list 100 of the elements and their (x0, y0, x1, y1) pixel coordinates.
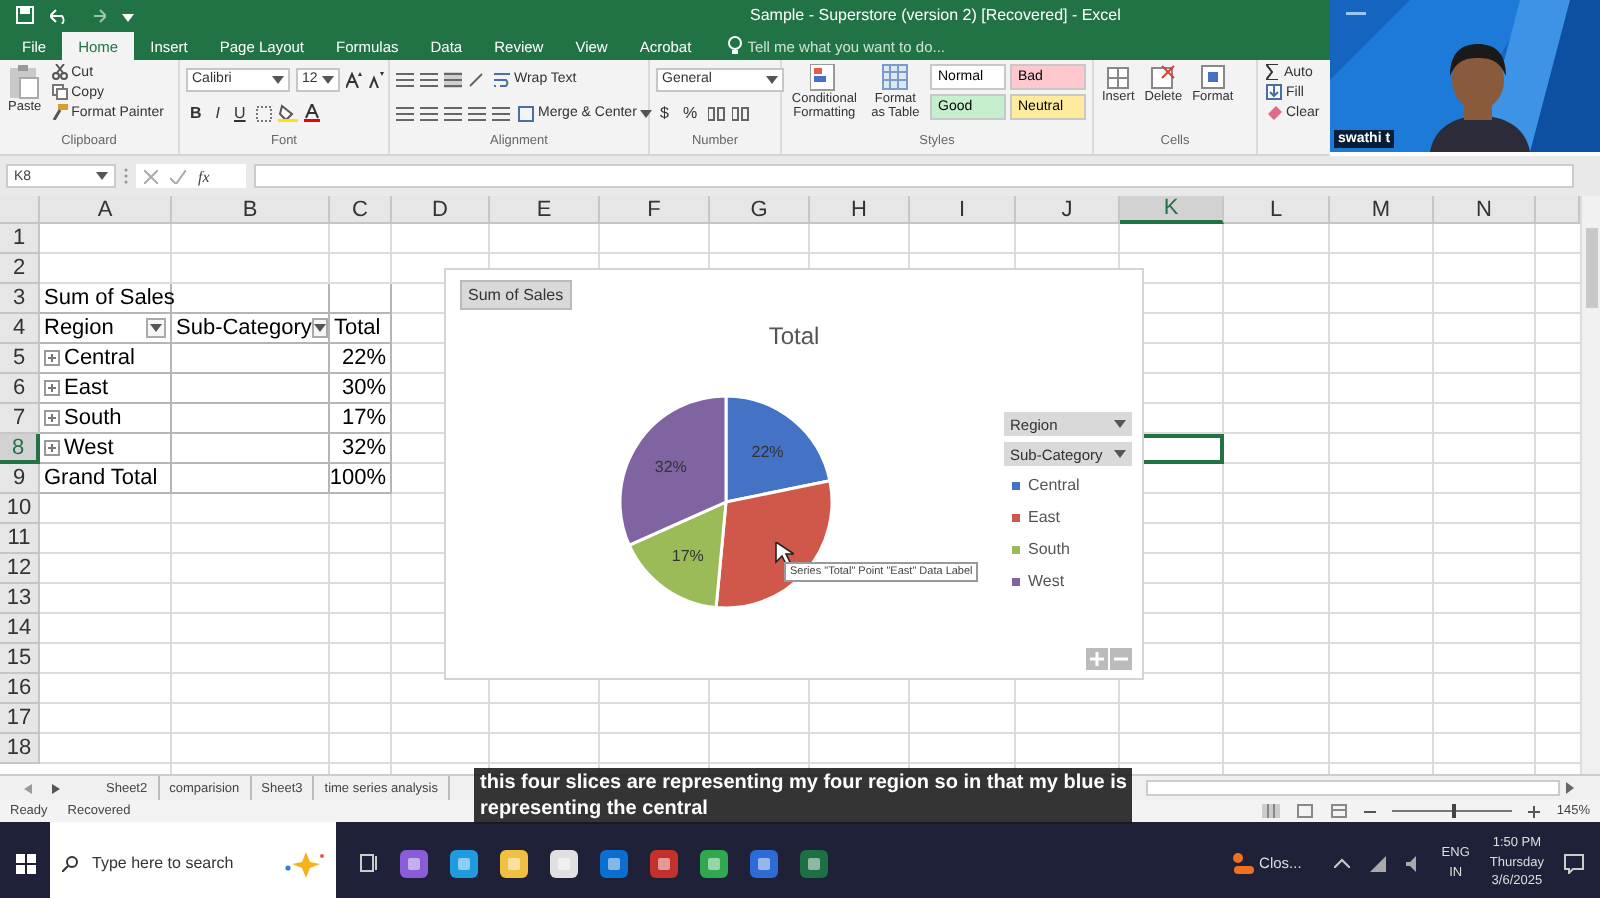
caret-icon (1114, 420, 1126, 428)
mail-app-icon[interactable] (598, 847, 630, 879)
meeting-app-icon[interactable] (748, 847, 780, 879)
fill-color-icon (277, 104, 298, 122)
filter-button[interactable] (146, 318, 166, 338)
copilot-app-icon[interactable] (398, 847, 430, 879)
expand-icon[interactable] (44, 380, 60, 396)
browser-app-icon[interactable] (448, 847, 480, 879)
column-header[interactable]: C (330, 196, 392, 224)
legend-label: West (1028, 572, 1065, 590)
page-layout-icon[interactable] (1296, 804, 1315, 818)
folder-app-icon[interactable] (498, 847, 530, 879)
row-header[interactable]: 11 (0, 524, 40, 554)
number-format-button[interactable]: $ (656, 104, 673, 122)
legend-label: East (1028, 508, 1061, 526)
row-header[interactable]: 12 (0, 554, 40, 584)
filter-button[interactable] (311, 318, 328, 338)
row-header[interactable]: 15 (0, 644, 40, 674)
table-cell: 22% (330, 344, 392, 374)
row-header[interactable]: 4 (0, 314, 40, 344)
save-icon[interactable] (16, 6, 34, 24)
caret-icon (272, 75, 284, 83)
row-label: South (64, 406, 122, 430)
row-label: East (64, 376, 109, 400)
expand-icon[interactable] (44, 440, 60, 456)
caret-icon (150, 324, 162, 332)
column-header[interactable]: J (1016, 196, 1120, 224)
column-header[interactable]: N (1434, 196, 1536, 224)
horizontal-scrollbar[interactable] (1146, 780, 1560, 796)
store-app-icon[interactable] (548, 847, 580, 879)
column-header[interactable]: E (490, 196, 600, 224)
column-header[interactable]: F (600, 196, 710, 224)
next-sheet-icon[interactable] (52, 783, 60, 793)
row-header[interactable]: 5 (0, 344, 40, 374)
table-cell: 32% (330, 434, 392, 464)
row-header[interactable]: 8 (0, 434, 40, 464)
row-header[interactable]: 18 (0, 734, 40, 764)
pie-slice[interactable] (627, 500, 728, 610)
search-field[interactable]: Type here to search (88, 852, 272, 874)
column-header[interactable]: K (1120, 196, 1224, 224)
zoom-out-icon[interactable] (1364, 805, 1377, 817)
column-header[interactable]: M (1330, 196, 1434, 224)
pie-slice[interactable] (618, 394, 728, 547)
column-header[interactable]: L (1224, 196, 1330, 224)
page-break-icon[interactable] (1330, 804, 1349, 818)
row-header[interactable]: 16 (0, 674, 40, 704)
row-header[interactable]: 14 (0, 614, 40, 644)
align-bottom-icon (444, 71, 462, 87)
row-header[interactable]: 3 (0, 284, 40, 314)
undo-icon[interactable] (50, 7, 70, 23)
column-header[interactable]: H (810, 196, 910, 224)
pdf-app-icon[interactable] (648, 847, 680, 879)
column-header[interactable]: A (40, 196, 172, 224)
sparkle-icon (282, 849, 326, 877)
align-center-icon (420, 105, 438, 121)
insert-function-button[interactable]: fx (198, 167, 210, 185)
number-format-button[interactable]: % (678, 104, 702, 122)
format-button[interactable]: U (230, 104, 250, 122)
align-right-icon (444, 105, 462, 121)
network-icon[interactable] (1369, 855, 1386, 871)
column-header[interactable]: I (910, 196, 1016, 224)
format-button[interactable]: I (211, 104, 225, 122)
formula-input[interactable] (254, 164, 1574, 188)
scroll-right-icon[interactable] (1564, 782, 1576, 794)
expand-icon[interactable] (44, 410, 60, 426)
format-button[interactable]: B (186, 104, 206, 122)
browser-app-icon[interactable] (698, 847, 730, 879)
spreadsheet-app-icon[interactable] (798, 847, 830, 879)
caret-icon (322, 75, 334, 83)
zoom-in-icon[interactable] (1528, 805, 1541, 817)
speaker-icon[interactable] (1405, 855, 1422, 871)
vertical-scrollbar[interactable] (1580, 196, 1600, 774)
row-header[interactable]: 13 (0, 584, 40, 614)
wrap-icon (494, 71, 510, 87)
row-header[interactable]: 1 (0, 224, 40, 254)
task-view-icon[interactable] (360, 854, 380, 872)
column-header[interactable]: B (172, 196, 330, 224)
person-alert-icon (1229, 851, 1254, 875)
customize-icon[interactable] (122, 9, 134, 21)
normal-view-icon[interactable] (1262, 804, 1281, 818)
notifications-icon[interactable] (1564, 853, 1584, 873)
lightbulb-icon (727, 36, 742, 56)
caption-line: this four slices are representing my four region so in that my blue is (480, 770, 1127, 796)
row-header[interactable]: 17 (0, 704, 40, 734)
legend-label: Central (1028, 476, 1080, 494)
windows-logo-icon[interactable] (15, 853, 35, 873)
expand-icon[interactable] (44, 350, 60, 366)
increase-decimal-icon (707, 105, 726, 121)
column-header[interactable]: G (710, 196, 810, 224)
fill-down-icon (1266, 84, 1282, 100)
row-header[interactable]: 6 (0, 374, 40, 404)
field-button[interactable]: Sum of Sales (460, 280, 572, 310)
row-header[interactable]: 7 (0, 404, 40, 434)
table-cell: Total (330, 314, 392, 344)
column-header[interactable]: D (392, 196, 490, 224)
row-header[interactable]: 9 (0, 464, 40, 494)
chevron-up-icon[interactable] (1333, 858, 1350, 868)
row-header[interactable]: 10 (0, 494, 40, 524)
row-header[interactable]: 2 (0, 254, 40, 284)
sum-icon (1266, 64, 1280, 80)
